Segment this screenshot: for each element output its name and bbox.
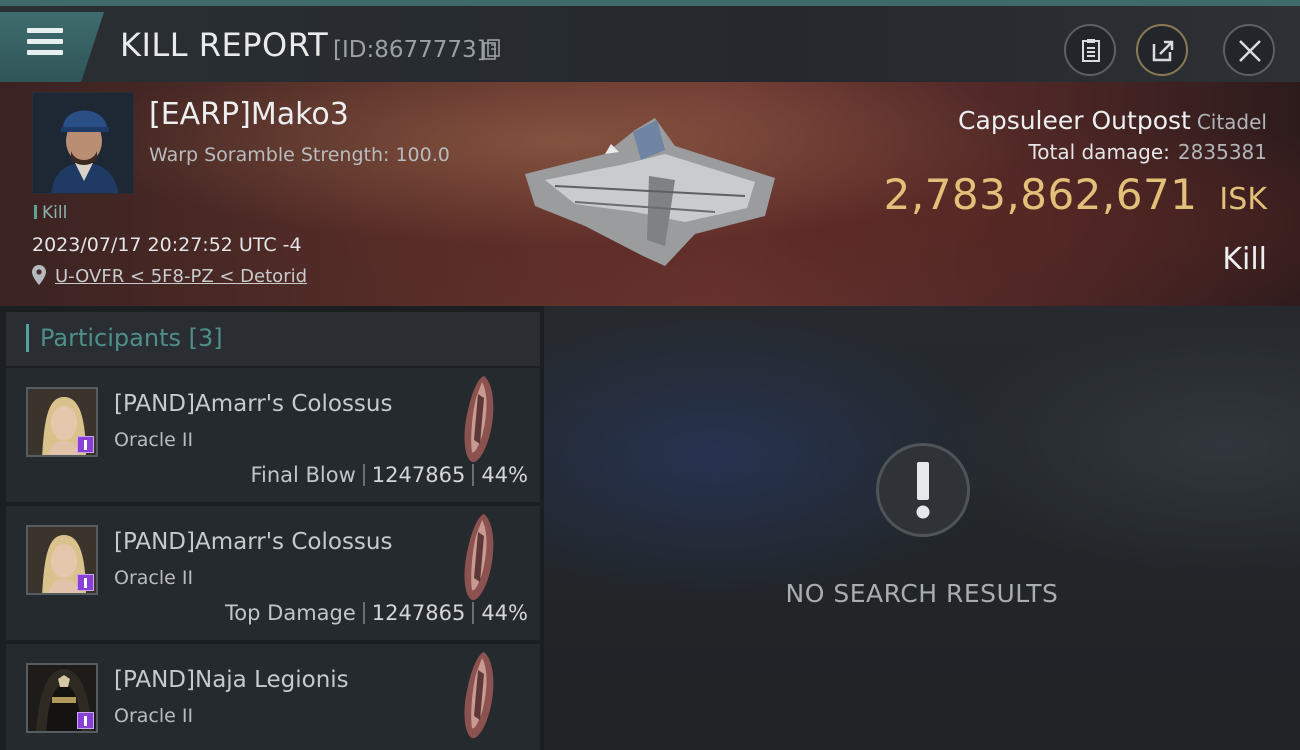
participant-row[interactable]: [PAND]Naja Legionis Oracle II xyxy=(6,644,540,750)
empty-state-message: NO SEARCH RESULTS xyxy=(785,579,1059,608)
participant-ship: Oracle II xyxy=(114,429,194,451)
participants-title: Participants [3] xyxy=(40,324,223,352)
exclamation-icon xyxy=(876,443,970,537)
participants-header[interactable]: Participants [3] xyxy=(6,312,540,366)
location-pin-icon xyxy=(32,265,46,285)
participant-damage: 1247865 xyxy=(371,601,466,625)
structure-name: Capsuleer Outpost xyxy=(958,106,1191,135)
structure-class: Citadel xyxy=(1196,110,1267,134)
result-label: Kill xyxy=(1222,242,1267,277)
total-damage-value: 2835381 xyxy=(1177,140,1267,164)
participants-label: Participants xyxy=(40,324,181,352)
clipboard-icon xyxy=(1082,39,1100,62)
total-damage: Total damage: 2835381 xyxy=(1028,140,1267,164)
participant-name: [PAND]Amarr's Colossus xyxy=(114,529,393,555)
player-badge-icon xyxy=(77,712,94,729)
player-badge-icon xyxy=(77,574,94,591)
participant-label: Top Damage xyxy=(225,601,356,625)
copy-icon[interactable] xyxy=(483,39,501,61)
participant-label: Final Blow xyxy=(250,463,356,487)
player-badge-icon xyxy=(77,436,94,453)
participant-portrait[interactable] xyxy=(26,663,98,733)
isk-unit: ISK xyxy=(1219,182,1267,217)
participants-count: [3] xyxy=(188,324,223,352)
kill-timestamp: 2023/07/17 20:27:52 UTC -4 xyxy=(32,234,302,256)
results-panel: NO SEARCH RESULTS xyxy=(544,306,1300,750)
participant-portrait[interactable] xyxy=(26,525,98,595)
victim-banner: [EARP]Mako3 Warp Soramble Strength: 100.… xyxy=(0,82,1300,306)
participant-stats: Top Damage 1247865 44% xyxy=(225,601,528,625)
location-link[interactable]: U-OVFR < 5F8-PZ < Detorid xyxy=(55,266,307,287)
ship-icon xyxy=(464,514,494,601)
victim-subtitle: Warp Soramble Strength: 100.0 xyxy=(149,144,450,166)
participants-panel: Participants [3] [PAND]Amarr's Colossus … xyxy=(0,306,544,750)
participant-percent: 44% xyxy=(481,601,528,625)
isk-value-row: 2,783,862,671 ISK xyxy=(884,170,1267,219)
participant-ship: Oracle II xyxy=(114,567,194,589)
participant-name: [PAND]Amarr's Colossus xyxy=(114,391,393,417)
top-bar: KILL REPORT [ID:8677773] xyxy=(0,0,1300,82)
structure-type: Capsuleer Outpost Citadel xyxy=(958,106,1267,135)
participant-row[interactable]: [PAND]Amarr's Colossus Oracle II Final B… xyxy=(6,368,540,502)
share-icon xyxy=(1152,40,1174,62)
total-damage-label: Total damage: xyxy=(1028,140,1170,164)
participant-stats: Final Blow 1247865 44% xyxy=(250,463,528,487)
victim-portrait[interactable] xyxy=(32,92,134,194)
participant-damage: 1247865 xyxy=(371,463,466,487)
isk-value: 2,783,862,671 xyxy=(883,170,1198,219)
participant-percent: 44% xyxy=(481,463,528,487)
participant-portrait[interactable] xyxy=(26,387,98,457)
page-title: KILL REPORT xyxy=(120,26,329,64)
kill-tag: Kill xyxy=(34,203,67,223)
participant-row[interactable]: [PAND]Amarr's Colossus Oracle II Top Dam… xyxy=(6,506,540,640)
share-button[interactable] xyxy=(1136,24,1188,76)
structure-image xyxy=(525,118,775,266)
participant-ship: Oracle II xyxy=(114,705,194,727)
clipboard-button[interactable] xyxy=(1064,24,1116,76)
ship-icon xyxy=(464,376,494,463)
close-button[interactable] xyxy=(1223,24,1275,76)
hamburger-menu-icon[interactable] xyxy=(27,28,63,56)
victim-name[interactable]: [EARP]Mako3 xyxy=(149,97,349,132)
participant-name: [PAND]Naja Legionis xyxy=(114,667,349,693)
close-icon xyxy=(1239,40,1261,62)
report-id: [ID:8677773] xyxy=(333,37,486,63)
ship-icon xyxy=(464,652,494,739)
